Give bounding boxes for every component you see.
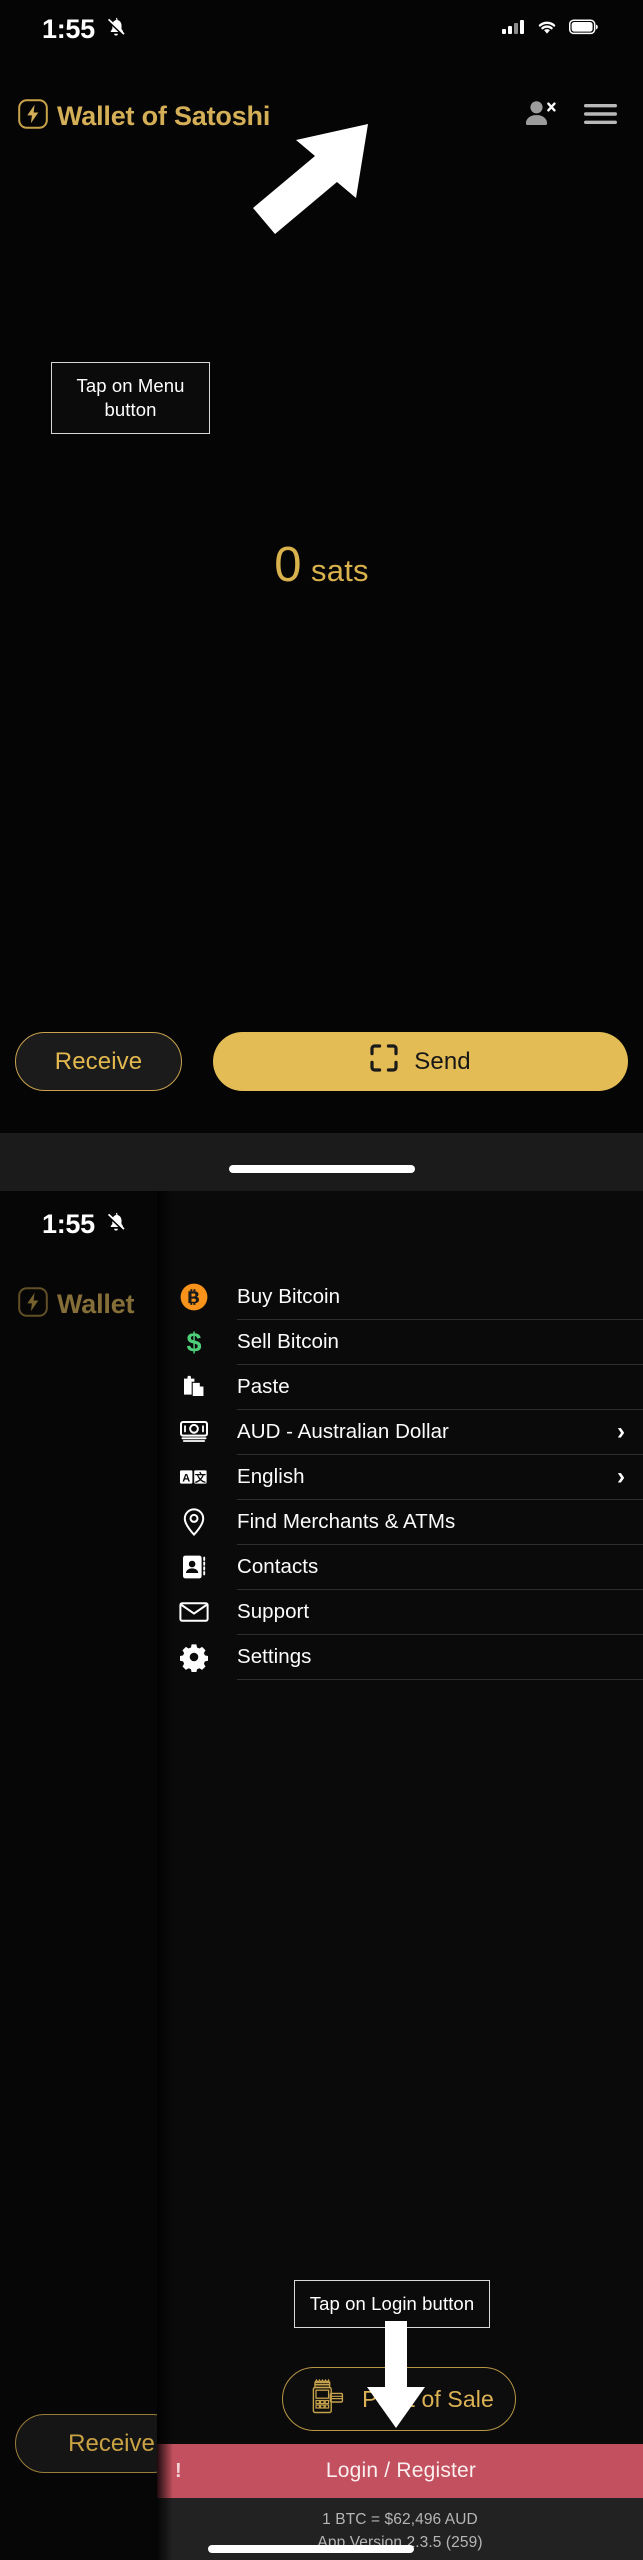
menu-item-buy-bitcoin[interactable]: Buy Bitcoin [157, 1275, 643, 1319]
balance-display: 0 sats [0, 537, 643, 593]
chevron-right-icon[interactable]: › [617, 1420, 629, 1444]
send-button[interactable]: Send [213, 1032, 628, 1091]
menu-item-language[interactable]: A 文 English › [157, 1455, 643, 1499]
bell-slash-icon [105, 16, 127, 43]
hamburger-menu-icon[interactable] [584, 102, 617, 131]
banknote-icon [171, 1417, 217, 1447]
status-bar-left: 1:55 [42, 14, 127, 45]
svg-text:文: 文 [195, 1470, 207, 1484]
menu-item-find-merchants[interactable]: Find Merchants & ATMs [157, 1500, 643, 1544]
tooltip-menu-hint: Tap on Menu button [51, 362, 210, 434]
menu-divider [237, 1679, 643, 1680]
bitcoin-circle-icon [171, 1282, 217, 1312]
battery-icon [568, 18, 599, 40]
svg-text:A: A [182, 1472, 190, 1484]
send-button-label: Send [414, 1047, 471, 1075]
menu-item-sell-bitcoin[interactable]: $ Sell Bitcoin [157, 1320, 643, 1364]
menu-item-settings[interactable]: Settings [157, 1635, 643, 1679]
status-bar-right [502, 18, 599, 40]
receive-button[interactable]: Receive [15, 1032, 182, 1091]
bell-slash-icon [105, 1211, 127, 1238]
menu-item-paste[interactable]: Paste [157, 1365, 643, 1409]
chevron-right-icon[interactable]: › [617, 1465, 629, 1489]
contact-card-icon [171, 1552, 217, 1582]
header-icons [524, 100, 617, 133]
clipboard-paste-icon [171, 1372, 217, 1402]
lightning-bolt-logo-icon [18, 1287, 48, 1322]
arrow-down-icon [365, 2319, 427, 2430]
login-register-label: Login / Register [325, 2459, 477, 2482]
menu-item-currency[interactable]: AUD - Australian Dollar › [157, 1410, 643, 1454]
menu-item-label: Find Merchants & ATMs [237, 1510, 456, 1533]
menu-item-label: AUD - Australian Dollar [237, 1420, 449, 1443]
menu-item-label: Sell Bitcoin [237, 1330, 340, 1353]
status-bar-2-time: 1:55 [42, 1208, 95, 1239]
status-bar: 1:55 [0, 0, 643, 58]
home-indicator [208, 2545, 414, 2553]
menu-item-support[interactable]: Support [157, 1590, 643, 1634]
menu-item-label: Support [237, 1600, 310, 1623]
menu-list: Buy Bitcoin $ Sell Bitcoin Paste AUD - A… [157, 1275, 643, 1680]
svg-text:$: $ [186, 1328, 201, 1358]
arrow-up-right-icon [216, 122, 372, 244]
menu-drawer: Buy Bitcoin $ Sell Bitcoin Paste AUD - A… [157, 1191, 643, 2560]
translate-icon: A 文 [171, 1465, 217, 1489]
tooltip-login-hint-text: Tap on Login button [309, 2292, 475, 2314]
map-pin-icon [171, 1507, 217, 1537]
app-screenshot: 1:55 Wallet of Satoshi Tap on Menu butto… [0, 0, 643, 2560]
lightning-bolt-logo-icon [18, 98, 48, 134]
gear-icon [171, 1642, 217, 1672]
receive-button-behind-drawer-label: Receive [68, 2429, 155, 2457]
home-indicator [228, 1165, 415, 1173]
balance-unit: sats [311, 553, 369, 588]
envelope-icon [171, 1599, 217, 1625]
brand-behind-drawer: Wallet [18, 1287, 135, 1322]
cellular-signal-icon [502, 19, 525, 40]
status-bar-2-left: 1:55 [42, 1209, 127, 1240]
screen-home: 1:55 Wallet of Satoshi Tap on Menu butto… [0, 0, 643, 1191]
action-buttons: Receive Send [0, 1032, 643, 1091]
login-register-button[interactable]: ! Login / Register [157, 2444, 643, 2498]
menu-item-label: English [237, 1465, 305, 1488]
status-bar-time: 1:55 [42, 13, 95, 44]
login-warning-badge: ! [175, 2459, 182, 2482]
brand-name-behind-drawer: Wallet [57, 1289, 135, 1319]
person-remove-icon[interactable] [524, 100, 556, 133]
receive-button-label: Receive [54, 1047, 143, 1075]
menu-item-label: Buy Bitcoin [237, 1285, 341, 1308]
btc-rate: 1 BTC = $62,496 AUD [322, 2511, 478, 2528]
menu-item-label: Paste [237, 1375, 290, 1398]
balance-amount: 0 [274, 538, 303, 592]
tooltip-menu-hint-text: Tap on Menu button [76, 374, 185, 420]
menu-item-contacts[interactable]: Contacts [157, 1545, 643, 1589]
wifi-icon [536, 19, 558, 40]
dollar-sign-icon: $ [171, 1327, 217, 1358]
menu-item-label: Settings [237, 1645, 312, 1668]
card-terminal-icon [304, 2374, 348, 2424]
menu-item-label: Contacts [237, 1555, 319, 1578]
drawer-footer: 1 BTC = $62,496 AUD App Version 2.3.5 (2… [157, 2498, 643, 2560]
qr-scan-icon [370, 1044, 398, 1079]
screen-bottom-bar [0, 1133, 643, 1191]
